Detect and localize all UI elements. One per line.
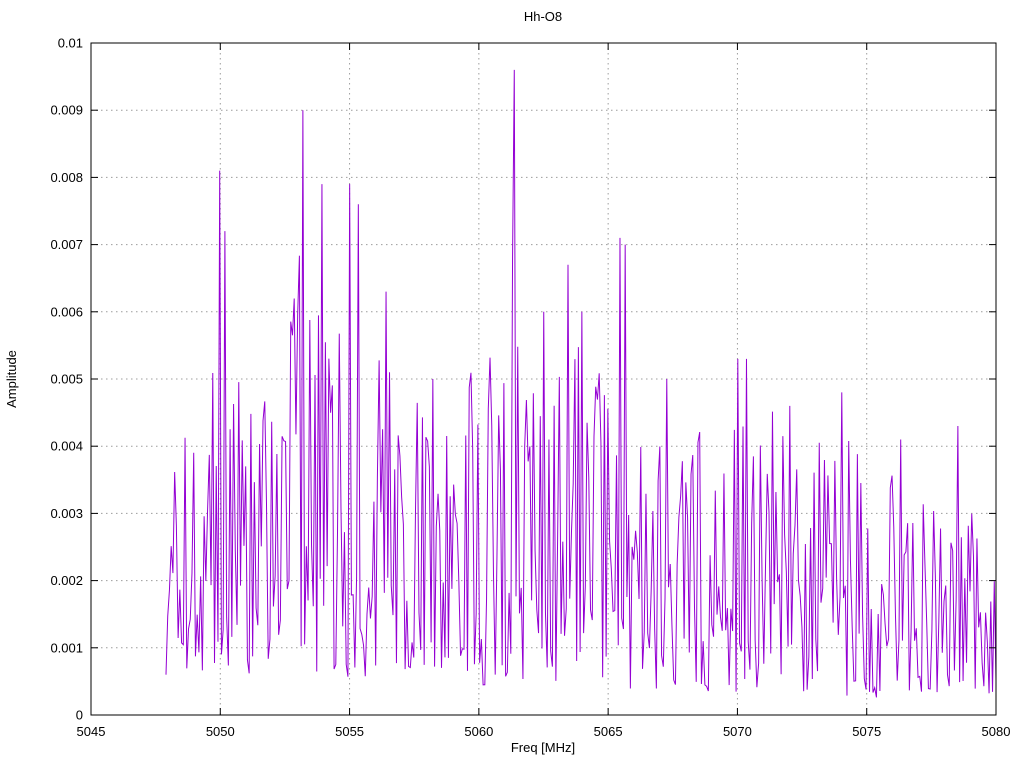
- x-tick-label: 5060: [464, 724, 493, 739]
- chart-canvas: 5045 5050 5055 5060 5065 5070 5075 5080 0 0.001 0.…: [4, 9, 1011, 755]
- x-tick-label: 5080: [982, 724, 1011, 739]
- x-tick-label: 5045: [77, 724, 106, 739]
- x-tick-label: 5055: [335, 724, 364, 739]
- x-tick-label: 5075: [852, 724, 881, 739]
- spectrum-line: [165, 69, 997, 698]
- y-tick-label: 0.009: [50, 103, 83, 118]
- y-tick-label: 0.005: [50, 372, 83, 387]
- y-tick-label: 0.008: [50, 170, 83, 185]
- series: [165, 69, 997, 698]
- y-tick-label: 0.006: [50, 304, 83, 319]
- x-tick-label: 5065: [594, 724, 623, 739]
- y-tick-label: 0: [76, 708, 83, 723]
- y-tick-label: 0.001: [50, 640, 83, 655]
- x-tick-label: 5070: [723, 724, 752, 739]
- y-axis-label: Amplitude: [4, 350, 19, 408]
- chart-title: Hh-O8: [524, 9, 562, 24]
- y-tick-label: 0.01: [58, 36, 83, 51]
- y-tick-label: 0.007: [50, 237, 83, 252]
- chart: 5045 5050 5055 5060 5065 5070 5075 5080 0 0.001 0.…: [0, 0, 1024, 768]
- y-tick-label: 0.002: [50, 573, 83, 588]
- x-tick-label: 5050: [206, 724, 235, 739]
- y-tick-label: 0.003: [50, 506, 83, 521]
- y-tick-label: 0.004: [50, 439, 83, 454]
- x-axis-label: Freq [MHz]: [511, 740, 575, 755]
